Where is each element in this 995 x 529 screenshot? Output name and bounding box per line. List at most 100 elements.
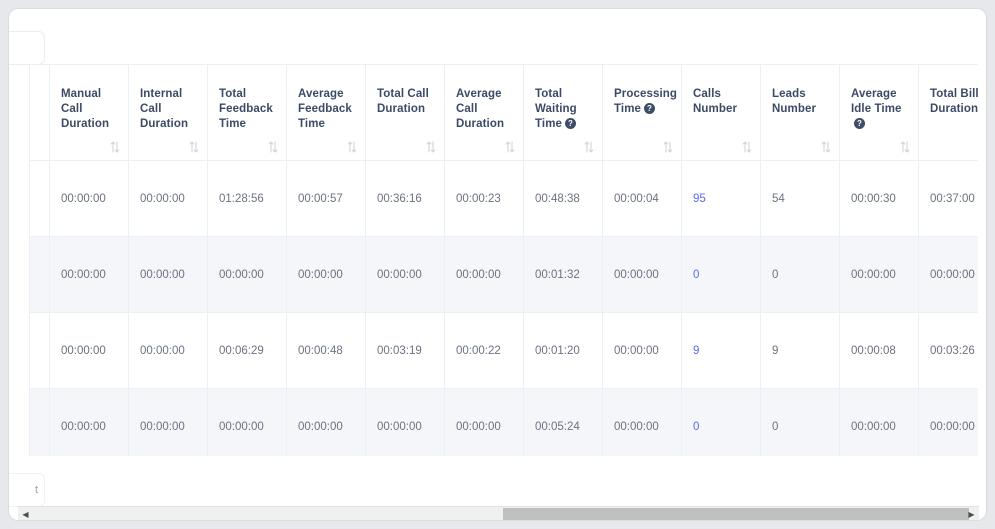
scroll-right-arrow-icon[interactable]: ▶ bbox=[965, 507, 978, 520]
column-header-2[interactable]: Total Feedback Time bbox=[207, 64, 287, 161]
column-header-10[interactable]: Average Idle Time? bbox=[839, 64, 919, 161]
cell-link[interactable]: 0 bbox=[693, 421, 699, 433]
table-row[interactable]: 00:00:00 00:00:00 00:06:29 00:00:48 00:03:19… bbox=[29, 312, 978, 389]
table-cell: 00:00:00 bbox=[602, 312, 682, 389]
sort-updown-icon[interactable] bbox=[426, 141, 436, 153]
cell-value: 00:01:32 bbox=[535, 268, 580, 281]
table-cell: 00:05:24 bbox=[523, 388, 603, 456]
table-row[interactable]: 00:00:00 00:00:00 00:00:00 00:00:00 00:00:00… bbox=[29, 388, 978, 456]
column-header-6[interactable]: Total Waiting Time? bbox=[523, 64, 603, 161]
table-cell: 0 bbox=[681, 388, 761, 456]
column-header-4[interactable]: Total Call Duration bbox=[365, 64, 445, 161]
table-row[interactable]: 00:00:00 00:00:00 01:28:56 00:00:57 00:36:16… bbox=[29, 160, 978, 237]
column-header-label: Internal Call Duration bbox=[140, 88, 189, 130]
table-cell: 00:06:29 bbox=[207, 312, 287, 389]
cell-value: 00:37:00 bbox=[930, 192, 975, 205]
sort-updown-icon[interactable] bbox=[505, 141, 515, 153]
table-scroll-viewport[interactable]: Manual Call Duration Internal Call Durati… bbox=[29, 64, 978, 456]
table-cell: 00:00:00 bbox=[839, 388, 919, 456]
column-header-1[interactable]: Internal Call Duration bbox=[128, 64, 208, 161]
table-cell: 00:00:00 bbox=[49, 312, 129, 389]
cell-value: 00:00:00 bbox=[61, 268, 106, 281]
table-body: 00:00:00 00:00:00 01:28:56 00:00:57 00:36:16… bbox=[29, 160, 978, 456]
column-header-5[interactable]: Average Call Duration bbox=[444, 64, 524, 161]
table-header-row: Manual Call Duration Internal Call Durati… bbox=[29, 64, 978, 161]
cell-value: 00:00:00 bbox=[614, 268, 659, 281]
cell-value: 54 bbox=[772, 192, 785, 205]
call-statistics-table: Manual Call Duration Internal Call Durati… bbox=[29, 64, 978, 456]
sort-updown-icon[interactable] bbox=[821, 141, 831, 153]
cell-value: 00:36:16 bbox=[377, 192, 422, 205]
table-cell: 9 bbox=[760, 312, 840, 389]
column-header-label: Leads Number bbox=[772, 88, 817, 115]
table-cell: 54 bbox=[760, 160, 840, 237]
help-question-icon[interactable]: ? bbox=[565, 118, 577, 129]
cell-value: 00:00:00 bbox=[298, 420, 343, 433]
table-cell: 00:00:00 bbox=[365, 236, 445, 313]
table-cell: 00:00:00 bbox=[49, 236, 129, 313]
sort-updown-icon[interactable] bbox=[347, 141, 357, 153]
column-header-label: Total Feedback Time bbox=[219, 88, 273, 130]
row-spacer-cell bbox=[29, 236, 50, 313]
cell-value: 00:00:00 bbox=[140, 192, 185, 205]
cell-value: 00:00:00 bbox=[930, 420, 975, 433]
row-spacer-cell bbox=[29, 160, 50, 237]
table-cell: 00:00:00 bbox=[602, 236, 682, 313]
table-cell: 0 bbox=[681, 236, 761, 313]
cell-value: 00:00:00 bbox=[851, 420, 896, 433]
clipped-bottom-control[interactable]: t bbox=[9, 473, 45, 507]
cell-value: 0 bbox=[772, 268, 779, 281]
sort-updown-icon[interactable] bbox=[584, 141, 594, 153]
table-cell: 9 bbox=[681, 312, 761, 389]
cell-link[interactable]: 95 bbox=[693, 193, 706, 205]
cell-value: 00:00:08 bbox=[851, 344, 896, 357]
table-cell: 00:01:20 bbox=[523, 312, 603, 389]
cell-link[interactable]: 9 bbox=[693, 345, 699, 357]
cell-value: 00:00:00 bbox=[456, 420, 501, 433]
sort-updown-icon[interactable] bbox=[268, 141, 278, 153]
cell-value: 00:00:00 bbox=[219, 420, 264, 433]
header-spacer-cell bbox=[29, 64, 50, 161]
help-question-icon[interactable]: ? bbox=[854, 118, 865, 129]
cell-link[interactable]: 0 bbox=[693, 269, 699, 281]
cell-value: 00:06:29 bbox=[219, 344, 264, 357]
table-cell: 00:36:16 bbox=[365, 160, 445, 237]
sort-updown-icon[interactable] bbox=[110, 141, 120, 153]
column-header-label: Manual Call Duration bbox=[61, 88, 110, 130]
cell-value: 00:00:00 bbox=[377, 268, 422, 281]
sort-updown-icon[interactable] bbox=[189, 141, 199, 153]
table-cell: 00:00:23 bbox=[444, 160, 524, 237]
cell-value: 00:00:00 bbox=[377, 420, 422, 433]
column-header-8[interactable]: Calls Number bbox=[681, 64, 761, 161]
help-question-icon[interactable]: ? bbox=[644, 103, 656, 114]
table-cell: 00:00:22 bbox=[444, 312, 524, 389]
column-header-label: Average Idle Time bbox=[851, 88, 902, 115]
table-cell: 00:00:00 bbox=[207, 236, 287, 313]
table-cell: 00:00:00 bbox=[128, 236, 208, 313]
sort-updown-icon[interactable] bbox=[663, 141, 673, 153]
table-cell: 00:00:00 bbox=[49, 160, 129, 237]
column-header-0[interactable]: Manual Call Duration bbox=[49, 64, 129, 161]
horizontal-scrollbar[interactable]: ◀ ▶ bbox=[18, 506, 979, 520]
sort-updown-icon[interactable] bbox=[742, 141, 752, 153]
clipped-top-control[interactable] bbox=[9, 31, 45, 65]
cell-value: 00:00:00 bbox=[930, 268, 975, 281]
row-spacer-cell bbox=[29, 388, 50, 456]
column-header-label: Calls Number bbox=[693, 88, 738, 115]
column-header-11[interactable]: Total Bill Duration bbox=[918, 64, 978, 161]
table-cell: 00:00:00 bbox=[128, 388, 208, 456]
cell-value: 00:00:00 bbox=[219, 268, 264, 281]
column-header-3[interactable]: Average Feedback Time bbox=[286, 64, 366, 161]
scrollbar-thumb[interactable] bbox=[503, 508, 969, 520]
cell-value: 00:00:04 bbox=[614, 192, 659, 205]
column-header-7[interactable]: Processing Time? bbox=[602, 64, 682, 161]
column-header-9[interactable]: Leads Number bbox=[760, 64, 840, 161]
sort-updown-icon[interactable] bbox=[900, 141, 910, 153]
cell-value: 9 bbox=[772, 344, 779, 357]
cell-value: 00:00:00 bbox=[851, 268, 896, 281]
table-row[interactable]: 00:00:00 00:00:00 00:00:00 00:00:00 00:00:00… bbox=[29, 236, 978, 313]
column-header-label: Total Bill Duration bbox=[930, 88, 978, 115]
scroll-left-arrow-icon[interactable]: ◀ bbox=[19, 507, 32, 520]
table-cell: 00:00:00 bbox=[444, 236, 524, 313]
cell-value: 00:48:38 bbox=[535, 192, 580, 205]
